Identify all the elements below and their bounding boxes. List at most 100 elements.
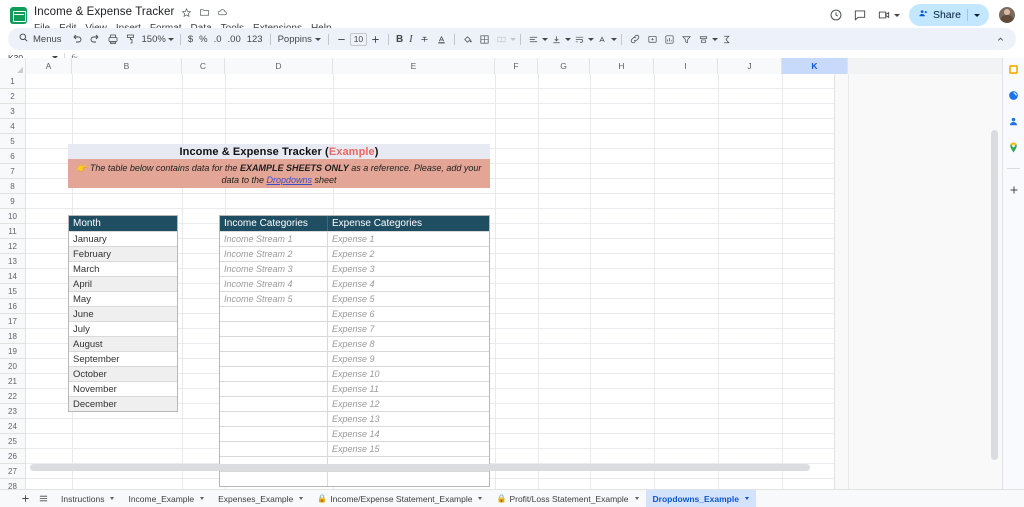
row-header-23[interactable]: 23: [0, 404, 25, 419]
expense-category-cell[interactable]: Expense 5: [328, 292, 489, 306]
insert-comment-button[interactable]: [644, 30, 661, 48]
document-title[interactable]: Income & Expense Tracker: [34, 6, 174, 18]
comment-icon[interactable]: [853, 8, 868, 23]
column-header-f[interactable]: F: [495, 58, 538, 74]
row-header-18[interactable]: 18: [0, 329, 25, 344]
expense-category-cell[interactable]: Expense 2: [328, 247, 489, 261]
strikethrough-button[interactable]: [416, 30, 433, 48]
add-sheet-button[interactable]: [18, 492, 32, 506]
merge-cells-button[interactable]: [493, 30, 510, 48]
more-formats-button[interactable]: 123: [244, 30, 266, 48]
category-row[interactable]: Income Stream 3Expense 3: [220, 261, 489, 276]
income-category-cell[interactable]: Income Stream 3: [220, 262, 328, 276]
horizontal-scrollbar[interactable]: [30, 464, 810, 471]
income-category-cell[interactable]: [220, 367, 328, 381]
category-row[interactable]: Expense 7: [220, 321, 489, 336]
paint-format-button[interactable]: [122, 30, 140, 48]
expense-category-cell[interactable]: Expense 3: [328, 262, 489, 276]
spreadsheet-grid[interactable]: A B C D E F G H I J K 123456789101112131…: [0, 58, 1002, 489]
row-header-19[interactable]: 19: [0, 344, 25, 359]
category-row[interactable]: Income Stream 2Expense 2: [220, 246, 489, 261]
text-wrapping-button[interactable]: [571, 30, 588, 48]
row-header-20[interactable]: 20: [0, 359, 25, 374]
move-to-folder-icon[interactable]: [199, 7, 210, 18]
sheet-tab-chevron-down-icon[interactable]: [635, 497, 639, 500]
fill-color-button[interactable]: [459, 30, 476, 48]
expense-category-cell[interactable]: Expense 8: [328, 337, 489, 351]
month-row[interactable]: December: [69, 396, 177, 411]
category-row[interactable]: Expense 10: [220, 366, 489, 381]
month-row[interactable]: June: [69, 306, 177, 321]
income-category-cell[interactable]: [220, 307, 328, 321]
row-header-8[interactable]: 8: [0, 179, 25, 194]
sheet-tab-chevron-down-icon[interactable]: [200, 497, 204, 500]
insert-link-button[interactable]: [626, 30, 644, 48]
instruction-banner[interactable]: 👉The table below contains data for the E…: [68, 159, 490, 188]
expense-category-cell[interactable]: Expense 12: [328, 397, 489, 411]
income-category-cell[interactable]: [220, 397, 328, 411]
dropdowns-sheet-link[interactable]: Dropdowns: [266, 175, 312, 185]
category-row[interactable]: Expense 11: [220, 381, 489, 396]
redo-button[interactable]: [86, 30, 104, 48]
categories-table[interactable]: Income Categories Expense Categories Inc…: [219, 215, 490, 487]
column-header-g[interactable]: G: [538, 58, 590, 74]
row-header-4[interactable]: 4: [0, 119, 25, 134]
font-family-selector[interactable]: Poppins: [275, 34, 324, 45]
decrease-font-size-button[interactable]: [333, 30, 350, 48]
income-category-cell[interactable]: [220, 322, 328, 336]
sheet-tab[interactable]: Income_Example: [121, 490, 211, 507]
google-contacts-icon[interactable]: [1006, 114, 1021, 129]
sheet-tab-chevron-down-icon[interactable]: [745, 497, 749, 500]
vertical-align-button[interactable]: [548, 30, 565, 48]
select-all-corner[interactable]: [0, 58, 26, 74]
expense-category-cell[interactable]: Expense 7: [328, 322, 489, 336]
expense-category-cell[interactable]: Expense 1: [328, 232, 489, 246]
expense-category-cell[interactable]: Expense 9: [328, 352, 489, 366]
row-header-25[interactable]: 25: [0, 434, 25, 449]
row-header-26[interactable]: 26: [0, 449, 25, 464]
row-header-27[interactable]: 27: [0, 464, 25, 479]
row-header-11[interactable]: 11: [0, 224, 25, 239]
expense-category-cell[interactable]: Expense 15: [328, 442, 489, 456]
row-header-12[interactable]: 12: [0, 239, 25, 254]
functions-button[interactable]: [718, 30, 735, 48]
column-header-d[interactable]: D: [225, 58, 333, 74]
row-header-14[interactable]: 14: [0, 269, 25, 284]
sheet-tab[interactable]: Expenses_Example: [211, 490, 310, 507]
income-category-cell[interactable]: Income Stream 2: [220, 247, 328, 261]
sheet-tab-chevron-down-icon[interactable]: [478, 497, 482, 500]
sheet-title-cell[interactable]: Income & Expense Tracker (Example): [68, 144, 490, 159]
month-table[interactable]: Month JanuaryFebruaryMarchAprilMayJuneJu…: [68, 215, 178, 412]
sheet-tab[interactable]: Dropdowns_Example: [646, 490, 756, 507]
month-row[interactable]: July: [69, 321, 177, 336]
expense-category-cell[interactable]: Expense 14: [328, 427, 489, 441]
vertical-scrollbar[interactable]: [991, 130, 998, 460]
row-header-6[interactable]: 6: [0, 149, 25, 164]
star-icon[interactable]: [181, 7, 192, 18]
row-header-13[interactable]: 13: [0, 254, 25, 269]
meet-button[interactable]: [877, 8, 900, 23]
month-row[interactable]: April: [69, 276, 177, 291]
row-header-17[interactable]: 17: [0, 314, 25, 329]
text-rotation-button[interactable]: [594, 30, 611, 48]
cloud-saved-icon[interactable]: [217, 7, 228, 18]
row-header-21[interactable]: 21: [0, 374, 25, 389]
share-chevron-down-icon[interactable]: [974, 14, 980, 17]
month-row[interactable]: October: [69, 366, 177, 381]
income-category-cell[interactable]: [220, 382, 328, 396]
income-category-cell[interactable]: [220, 427, 328, 441]
percent-format-button[interactable]: %: [196, 30, 210, 48]
sheet-tab-chevron-down-icon[interactable]: [299, 497, 303, 500]
all-sheets-button[interactable]: [36, 492, 50, 506]
expense-category-cell[interactable]: Expense 10: [328, 367, 489, 381]
increase-decimal-button[interactable]: .00: [225, 30, 244, 48]
income-category-cell[interactable]: [220, 412, 328, 426]
category-row[interactable]: Expense 9: [220, 351, 489, 366]
income-category-cell[interactable]: [220, 472, 328, 486]
google-calendar-icon[interactable]: [1006, 62, 1021, 77]
category-row[interactable]: [220, 471, 489, 486]
bold-button[interactable]: B: [393, 30, 406, 48]
category-row[interactable]: Expense 6: [220, 306, 489, 321]
undo-button[interactable]: [68, 30, 86, 48]
google-maps-icon[interactable]: [1006, 140, 1021, 155]
